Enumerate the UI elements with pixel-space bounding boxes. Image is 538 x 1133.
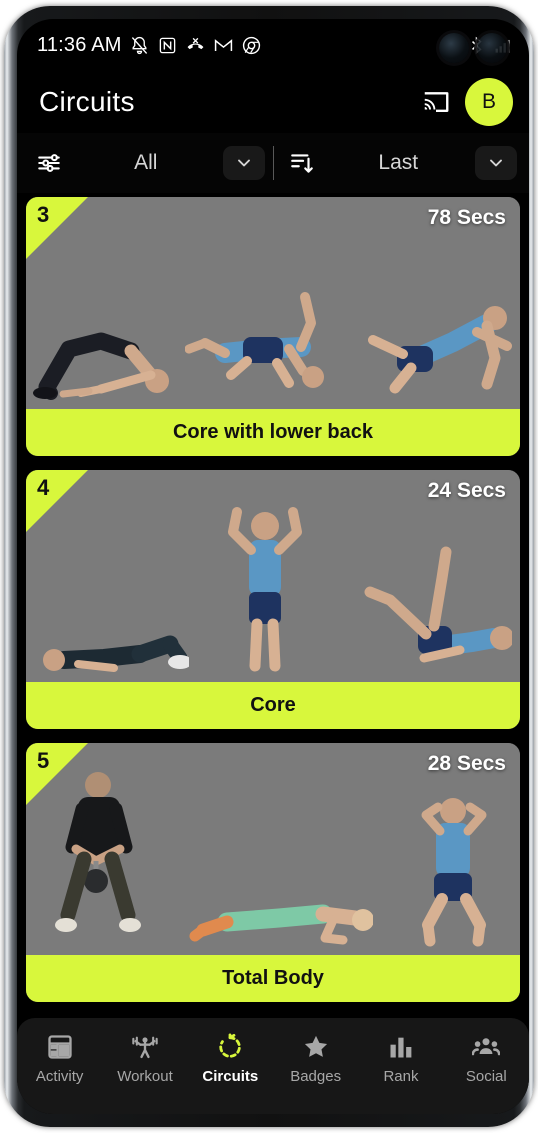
nav-label: Social	[465, 1068, 507, 1085]
nav-item-activity[interactable]: Activity	[17, 1033, 102, 1085]
nav-item-rank[interactable]: Rank	[358, 1033, 443, 1085]
star-icon	[302, 1033, 330, 1061]
missed-call-icon	[187, 37, 204, 49]
nav-label: Badges	[290, 1068, 342, 1085]
filter-value[interactable]: All	[69, 151, 223, 175]
circuit-card-media: 3 78 Secs	[26, 197, 520, 409]
bottom-navigation: Activity Workout Circuits Badges Rank So…	[17, 1018, 529, 1114]
weightlifter-icon	[131, 1033, 159, 1061]
sort-value[interactable]: Last	[322, 151, 476, 175]
bar-chart-icon	[387, 1033, 415, 1061]
sort-descending-icon[interactable]	[282, 143, 322, 183]
camera-punch-hole	[439, 33, 469, 63]
circuit-duration: 78 Secs	[427, 206, 506, 229]
nav-item-workout[interactable]: Workout	[102, 1033, 187, 1085]
circuit-card[interactable]: 5 28 Secs Total Body	[26, 743, 520, 1002]
nav-label: Circuits	[202, 1068, 259, 1085]
circuit-duration: 24 Secs	[427, 479, 506, 502]
nav-label: Rank	[383, 1068, 419, 1085]
circuit-index: 3	[37, 202, 50, 227]
camera-punch-hole-secondary	[477, 33, 507, 63]
sort-chevron-down-icon[interactable]	[475, 146, 517, 180]
phone-screen: 11:36 AM Circuits B All Last 3 78 Secs C…	[17, 19, 529, 1114]
status-icons-left	[130, 36, 261, 55]
nav-label: Workout	[117, 1068, 173, 1085]
circuit-index-badge	[26, 470, 88, 532]
circuit-index-badge	[26, 743, 88, 805]
nav-label: Activity	[35, 1068, 84, 1085]
filter-bar: All Last	[17, 133, 529, 193]
sliders-icon[interactable]	[29, 143, 69, 183]
circuit-card-media: 4 24 Secs	[26, 470, 520, 682]
circuit-duration: 28 Secs	[427, 752, 506, 775]
filter-group: All	[29, 143, 265, 183]
exercise-figure-squat	[421, 798, 487, 947]
sort-group: Last	[282, 143, 517, 183]
exercise-figure-scissor-kick	[364, 546, 512, 663]
exercise-figure-plank	[189, 904, 373, 945]
circuit-card-media: 5 28 Secs	[26, 743, 520, 955]
gmail-icon	[214, 38, 232, 51]
people-icon	[472, 1033, 501, 1061]
exercise-figure-lying-leg	[43, 635, 190, 672]
dashboard-icon	[46, 1033, 74, 1061]
circuit-label: Core	[26, 682, 520, 729]
nav-item-badges[interactable]: Badges	[273, 1033, 358, 1085]
circuit-label: Total Body	[26, 955, 520, 1002]
app-bar-actions: B	[421, 78, 513, 126]
nfc-icon	[159, 37, 175, 53]
nav-item-circuits[interactable]: Circuits	[188, 1033, 273, 1085]
circuit-index: 5	[37, 748, 50, 773]
exercise-figure-glute-bridge	[33, 332, 170, 400]
page-title: Circuits	[39, 86, 135, 117]
circuit-list: 3 78 Secs Core with lower back 4 24 Secs…	[17, 193, 529, 1002]
exercise-figure-bird-dog	[367, 306, 512, 394]
chrome-icon	[242, 36, 260, 54]
circuit-card[interactable]: 4 24 Secs Core	[26, 470, 520, 729]
exercise-figure-standing-arms-up	[228, 507, 303, 672]
circular-arrow-icon	[216, 1033, 244, 1061]
app-bar: Circuits B	[17, 71, 529, 133]
exercise-figure-dead-bug	[185, 292, 325, 388]
bell-muted-icon	[131, 36, 147, 54]
circuit-card[interactable]: 3 78 Secs Core with lower back	[26, 197, 520, 456]
status-time: 11:36 AM	[37, 33, 122, 56]
cast-icon[interactable]	[421, 87, 451, 117]
phone-frame: 11:36 AM Circuits B All Last 3 78 Secs C…	[4, 6, 534, 1127]
circuit-index: 4	[37, 475, 50, 500]
filter-chevron-down-icon[interactable]	[222, 146, 265, 180]
filter-divider	[272, 146, 274, 180]
circuit-label: Core with lower back	[26, 409, 520, 456]
status-bar: 11:36 AM	[17, 19, 529, 71]
circuit-index-badge	[26, 197, 88, 259]
avatar[interactable]: B	[465, 78, 513, 126]
nav-item-social[interactable]: Social	[444, 1033, 529, 1085]
